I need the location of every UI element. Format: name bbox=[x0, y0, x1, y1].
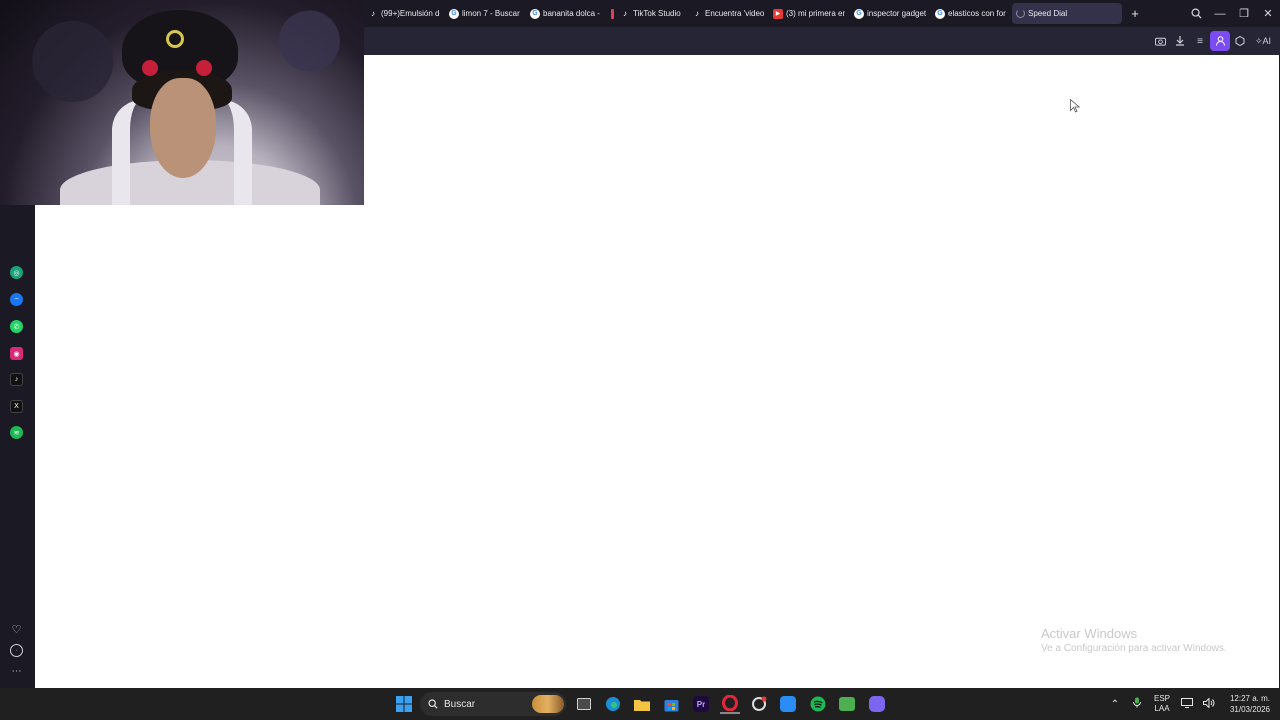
heart-icon[interactable]: ♡ bbox=[10, 623, 23, 636]
region-code: LAA bbox=[1154, 704, 1170, 713]
watermark-title: Activar Windows bbox=[1041, 626, 1138, 641]
search-label: Buscar bbox=[444, 698, 476, 710]
tab-title: (3) mi primera en bbox=[786, 9, 845, 18]
loading-spinner-icon bbox=[1016, 9, 1025, 18]
tab-title: Speed Dial bbox=[1028, 9, 1068, 18]
opera-icon[interactable] bbox=[720, 694, 740, 714]
chevron-up-icon[interactable]: ⌃ bbox=[1104, 699, 1126, 710]
zoom-icon[interactable] bbox=[778, 694, 798, 714]
spotify-taskbar-icon[interactable] bbox=[808, 694, 828, 714]
window-controls: — ❐ ✕ bbox=[1184, 0, 1280, 27]
x-icon[interactable]: X bbox=[10, 400, 23, 413]
google-icon: G bbox=[530, 8, 540, 19]
page-content-left bbox=[35, 205, 364, 688]
tab-title: limon 7 - Buscar bbox=[462, 9, 520, 18]
history-icon[interactable]: · bbox=[10, 644, 23, 657]
microphone-icon[interactable] bbox=[1126, 697, 1148, 711]
tab-1[interactable]: ♪ (99+)Emulsión de bbox=[364, 3, 444, 24]
tiktok-icon: ♪ bbox=[623, 9, 627, 18]
extensions-icon[interactable] bbox=[1230, 31, 1250, 51]
desktop-screen: ♪ (99+)Emulsión de G limon 7 - Buscar G … bbox=[0, 0, 1280, 720]
volume-icon[interactable] bbox=[1198, 696, 1220, 711]
file-explorer-icon[interactable] bbox=[632, 694, 652, 714]
mouse-cursor-icon bbox=[1070, 98, 1081, 118]
tab-8[interactable]: G elasticos con for bbox=[931, 3, 1011, 24]
tab-7[interactable]: G inspector gadget bbox=[850, 3, 930, 24]
task-view-icon[interactable] bbox=[574, 694, 594, 714]
new-tab-button[interactable]: + bbox=[1127, 6, 1143, 22]
instagram-icon[interactable]: ◉ bbox=[10, 347, 23, 360]
tiktok-studio-icon bbox=[611, 8, 614, 19]
download-icon[interactable] bbox=[1170, 31, 1190, 51]
tab-title: TikTok Studio bbox=[633, 9, 681, 18]
google-icon: G bbox=[449, 8, 459, 19]
system-tray: ⌃ ESP LAA 12:27 a. m. 31/03/2026 bbox=[1104, 688, 1280, 720]
more-icon[interactable]: ⋯ bbox=[10, 665, 23, 678]
whatsapp-icon[interactable]: ✆ bbox=[10, 320, 23, 333]
premiere-pro-icon[interactable]: Pr bbox=[691, 694, 711, 714]
clock-date: 31/03/2026 bbox=[1229, 705, 1270, 714]
tab-title: (99+)Emulsión de bbox=[381, 9, 440, 18]
search-tabs-icon[interactable] bbox=[1184, 0, 1208, 27]
search-highlight-icon bbox=[532, 695, 564, 713]
tiktok-icon[interactable]: ♪ bbox=[10, 373, 23, 386]
activation-watermark: Activar Windows Ve a Configuración para … bbox=[1041, 626, 1227, 654]
ai-sparkle-icon: ✧ bbox=[1254, 35, 1263, 46]
store-icon[interactable] bbox=[661, 694, 681, 714]
tiktok-icon: ♪ bbox=[371, 9, 375, 18]
language-indicator[interactable]: ESP LAA bbox=[1148, 694, 1176, 714]
tab-title: Encuentra 'video bbox=[705, 9, 764, 18]
page-content bbox=[364, 55, 1279, 688]
close-button[interactable]: ✕ bbox=[1256, 0, 1280, 27]
tab-title: elasticos con for bbox=[948, 9, 1006, 18]
camera-icon[interactable] bbox=[1150, 31, 1170, 51]
clock[interactable]: 12:27 a. m. 31/03/2026 bbox=[1220, 693, 1280, 715]
browser-toolbar: ≡ ✧ AI bbox=[364, 27, 1280, 55]
tab-3[interactable]: G bananita dolca - bbox=[526, 3, 606, 24]
ai-label: AI bbox=[1262, 36, 1272, 46]
language-code: ESP bbox=[1153, 694, 1170, 703]
youtube-icon: ▶ bbox=[773, 8, 783, 19]
ai-button[interactable]: ✧ AI bbox=[1250, 31, 1276, 51]
clock-time: 12:27 a. m. bbox=[1229, 694, 1270, 703]
google-icon: G bbox=[854, 8, 864, 19]
messenger-icon[interactable]: ~ bbox=[10, 293, 23, 306]
menu-icon[interactable]: ≡ bbox=[1190, 31, 1210, 51]
webcam-overlay bbox=[0, 0, 364, 205]
tab-6[interactable]: ▶ (3) mi primera en bbox=[769, 3, 849, 24]
start-button[interactable] bbox=[394, 694, 414, 714]
tab-bar: ♪ (99+)Emulsión de G limon 7 - Buscar G … bbox=[364, 0, 1280, 27]
restore-button[interactable]: ❐ bbox=[1232, 0, 1256, 27]
discord-icon[interactable] bbox=[867, 694, 887, 714]
tab-title: inspector gadget bbox=[867, 9, 926, 18]
edge-icon[interactable] bbox=[603, 694, 623, 714]
spotify-icon[interactable]: ≋ bbox=[10, 426, 23, 439]
tab-4[interactable]: ♪ TikTok Studio bbox=[607, 3, 687, 24]
tiktok-icon: ♪ bbox=[695, 9, 699, 18]
profile-icon[interactable] bbox=[1210, 31, 1230, 51]
opera-gx-icon[interactable] bbox=[749, 694, 769, 714]
network-icon[interactable] bbox=[1176, 697, 1198, 711]
taskbar-search[interactable]: Buscar bbox=[420, 692, 566, 716]
tab-5[interactable]: ♪ Encuentra 'video bbox=[688, 3, 768, 24]
browser-sidebar: ◎ ~ ✆ ◉ ♪ X ≋ ♡ · ⋯ bbox=[0, 205, 35, 688]
chatgpt-icon[interactable]: ◎ bbox=[10, 266, 23, 279]
app-icon[interactable] bbox=[837, 694, 857, 714]
tab-title: bananita dolca - bbox=[543, 9, 600, 18]
watermark-subtitle: Ve a Configuración para activar Windows. bbox=[1041, 643, 1227, 654]
minimize-button[interactable]: — bbox=[1208, 0, 1232, 27]
google-icon: G bbox=[935, 8, 945, 19]
search-icon bbox=[428, 699, 438, 709]
tab-active-speed-dial[interactable]: Speed Dial bbox=[1012, 3, 1122, 24]
windows-taskbar: Buscar Pr ⌃ ESP LAA 12:27 a. m. 31/03/20… bbox=[0, 688, 1280, 720]
tab-2[interactable]: G limon 7 - Buscar bbox=[445, 3, 525, 24]
